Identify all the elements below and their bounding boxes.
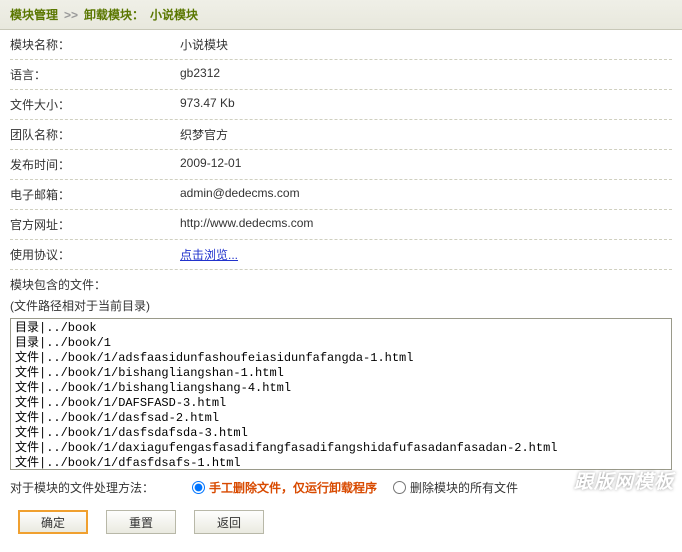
label-language: 语言：	[10, 66, 180, 83]
label-team-name: 团队名称：	[10, 126, 180, 143]
field-website: 官方网址： http://www.dedecms.com	[10, 210, 672, 240]
breadcrumb-module: 小说模块	[150, 6, 198, 23]
breadcrumb-header: 模块管理 >> 卸载模块： 小说模块	[0, 0, 682, 30]
field-publish-time: 发布时间： 2009-12-01	[10, 150, 672, 180]
value-website: http://www.dedecms.com	[180, 216, 672, 233]
field-module-name: 模块名称： 小说模块	[10, 30, 672, 60]
value-language: gb2312	[180, 66, 672, 83]
handling-label: 对于模块的文件处理方法：	[10, 479, 154, 496]
value-publish-time: 2009-12-01	[180, 156, 672, 173]
field-language: 语言： gb2312	[10, 60, 672, 90]
files-hint: (文件路径相对于当前目录)	[10, 295, 672, 318]
label-file-size: 文件大小：	[10, 96, 180, 113]
field-agreement: 使用协议： 点击浏览...	[10, 240, 672, 270]
radio-delete-all-input[interactable]	[393, 481, 406, 494]
value-module-name: 小说模块	[180, 36, 672, 53]
breadcrumb-sep: >>	[64, 8, 78, 22]
radio-manual-input[interactable]	[192, 481, 205, 494]
breadcrumb-action: 卸载模块：	[84, 6, 144, 23]
reset-button[interactable]: 重置	[106, 510, 176, 534]
radio-delete-all[interactable]: 删除模块的所有文件	[393, 479, 518, 496]
ok-button[interactable]: 确定	[18, 510, 88, 534]
watermark: 跟版网模板	[574, 467, 674, 494]
back-button[interactable]: 返回	[194, 510, 264, 534]
field-team-name: 团队名称： 织梦官方	[10, 120, 672, 150]
radio-manual[interactable]: 手工删除文件，仅运行卸载程序	[192, 479, 377, 496]
handling-row: 对于模块的文件处理方法： 手工删除文件，仅运行卸载程序 删除模块的所有文件	[10, 473, 672, 504]
agreement-link[interactable]: 点击浏览...	[180, 248, 238, 262]
label-publish-time: 发布时间：	[10, 156, 180, 173]
label-website: 官方网址：	[10, 216, 180, 233]
files-label: 模块包含的文件：	[10, 270, 672, 295]
radio-manual-label: 手工删除文件，仅运行卸载程序	[209, 479, 377, 496]
value-team-name: 织梦官方	[180, 126, 672, 143]
label-email: 电子邮箱：	[10, 186, 180, 203]
label-module-name: 模块名称：	[10, 36, 180, 53]
field-file-size: 文件大小： 973.47 Kb	[10, 90, 672, 120]
files-textarea[interactable]	[10, 318, 672, 470]
label-agreement: 使用协议：	[10, 246, 180, 263]
breadcrumb-root[interactable]: 模块管理	[10, 6, 58, 23]
value-file-size: 973.47 Kb	[180, 96, 672, 113]
radio-delete-all-label: 删除模块的所有文件	[410, 479, 518, 496]
field-email: 电子邮箱： admin@dedecms.com	[10, 180, 672, 210]
value-email: admin@dedecms.com	[180, 186, 672, 203]
